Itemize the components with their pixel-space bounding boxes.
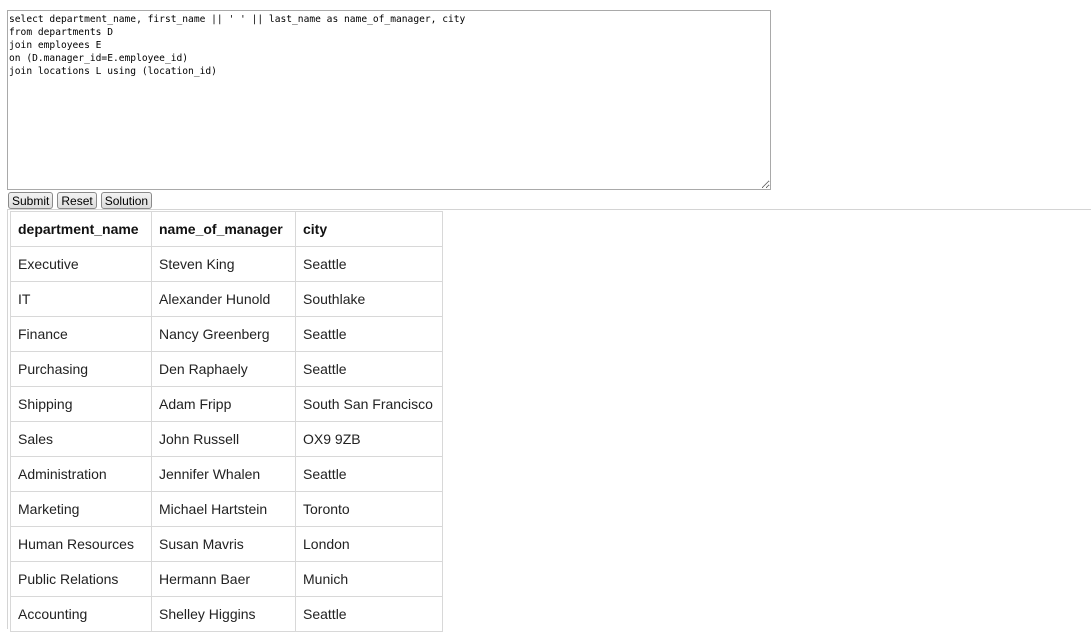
table-cell: London bbox=[295, 526, 443, 562]
table-row: Marketing Michael Hartstein Toronto bbox=[10, 491, 443, 527]
table-cell: Alexander Hunold bbox=[151, 281, 296, 317]
column-header: name_of_manager bbox=[151, 211, 296, 247]
table-cell: South San Francisco bbox=[295, 386, 443, 422]
table-cell: Steven King bbox=[151, 246, 296, 282]
sql-query-textarea[interactable] bbox=[7, 10, 771, 190]
table-row: Finance Nancy Greenberg Seattle bbox=[10, 316, 443, 352]
results-frame: department_name name_of_manager city Exe… bbox=[7, 209, 1091, 632]
table-cell: Finance bbox=[10, 316, 152, 352]
table-cell: Seattle bbox=[295, 456, 443, 492]
table-cell: Administration bbox=[10, 456, 152, 492]
table-cell: Shelley Higgins bbox=[151, 596, 296, 632]
reset-button[interactable]: Reset bbox=[57, 192, 97, 209]
table-cell: Shipping bbox=[10, 386, 152, 422]
table-cell: Nancy Greenberg bbox=[151, 316, 296, 352]
table-cell: Toronto bbox=[295, 491, 443, 527]
table-row: Executive Steven King Seattle bbox=[10, 246, 443, 282]
table-row: Sales John Russell OX9 9ZB bbox=[10, 421, 443, 457]
table-cell: Executive bbox=[10, 246, 152, 282]
table-cell: Seattle bbox=[295, 596, 443, 632]
table-cell: Seattle bbox=[295, 246, 443, 282]
column-header: city bbox=[295, 211, 443, 247]
table-cell: Human Resources bbox=[10, 526, 152, 562]
results-table: department_name name_of_manager city Exe… bbox=[10, 211, 443, 632]
table-row: Human Resources Susan Mavris London bbox=[10, 526, 443, 562]
table-cell: Seattle bbox=[295, 351, 443, 387]
action-buttons: Submit Reset Solution bbox=[8, 192, 153, 209]
submit-button[interactable]: Submit bbox=[8, 192, 54, 209]
column-header: department_name bbox=[10, 211, 152, 247]
solution-button[interactable]: Solution bbox=[100, 192, 153, 209]
table-cell: Munich bbox=[295, 561, 443, 597]
table-row: Administration Jennifer Whalen Seattle bbox=[10, 456, 443, 492]
table-cell: Susan Mavris bbox=[151, 526, 296, 562]
table-row: Accounting Shelley Higgins Seattle bbox=[10, 596, 443, 632]
sql-editor-container bbox=[7, 10, 771, 190]
table-cell: Public Relations bbox=[10, 561, 152, 597]
table-cell: Jennifer Whalen bbox=[151, 456, 296, 492]
table-cell: IT bbox=[10, 281, 152, 317]
table-cell: Marketing bbox=[10, 491, 152, 527]
table-cell: Adam Fripp bbox=[151, 386, 296, 422]
table-cell: Hermann Baer bbox=[151, 561, 296, 597]
table-cell: OX9 9ZB bbox=[295, 421, 443, 457]
table-cell: Seattle bbox=[295, 316, 443, 352]
table-header-row: department_name name_of_manager city bbox=[10, 211, 443, 247]
table-row: IT Alexander Hunold Southlake bbox=[10, 281, 443, 317]
table-cell: Sales bbox=[10, 421, 152, 457]
table-cell: Purchasing bbox=[10, 351, 152, 387]
table-cell: Michael Hartstein bbox=[151, 491, 296, 527]
table-cell: Accounting bbox=[10, 596, 152, 632]
table-cell: John Russell bbox=[151, 421, 296, 457]
table-row: Shipping Adam Fripp South San Francisco bbox=[10, 386, 443, 422]
table-cell: Den Raphaely bbox=[151, 351, 296, 387]
table-row: Public Relations Hermann Baer Munich bbox=[10, 561, 443, 597]
table-row: Purchasing Den Raphaely Seattle bbox=[10, 351, 443, 387]
table-cell: Southlake bbox=[295, 281, 443, 317]
